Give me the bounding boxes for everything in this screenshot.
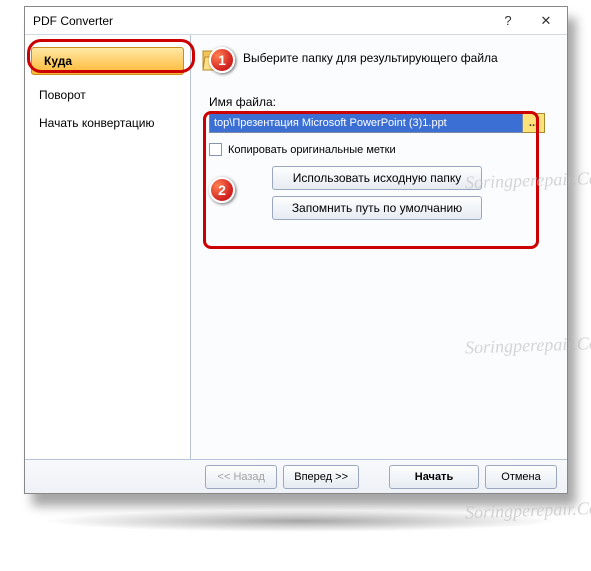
forward-button[interactable]: Вперед >> xyxy=(283,465,359,489)
remember-default-path-button[interactable]: Запомнить путь по умолчанию xyxy=(272,196,482,220)
annotation-badge-2: 2 xyxy=(209,177,235,203)
close-button[interactable]: ✕ xyxy=(527,9,565,33)
sidebar-item-label: Начать конвертацию xyxy=(39,116,154,130)
start-button[interactable]: Начать xyxy=(389,465,479,489)
help-button[interactable]: ? xyxy=(489,9,527,33)
filename-input[interactable]: top\Презентация Microsoft PowerPoint (3)… xyxy=(209,113,523,133)
sidebar-item-start-conversion[interactable]: Начать конвертацию xyxy=(25,109,190,137)
window-title: PDF Converter xyxy=(33,14,489,28)
titlebar: PDF Converter ? ✕ xyxy=(25,7,567,35)
sidebar-item-label: Куда xyxy=(44,54,72,68)
annotation-badge-1: 1 xyxy=(209,47,235,73)
sidebar-item-label: Поворот xyxy=(39,88,86,102)
copy-marks-label: Копировать оригинальные метки xyxy=(228,144,396,156)
watermark: Soringperepair.Com xyxy=(465,497,591,523)
prompt-text: Выберите папку для результирующего файла xyxy=(243,51,498,67)
filename-label: Имя файла: xyxy=(209,95,545,109)
sidebar: Куда Поворот Начать конвертацию xyxy=(25,35,191,459)
dialog-window: PDF Converter ? ✕ Куда Поворот Начать ко… xyxy=(24,6,568,494)
footer: << Назад Вперед >> Начать Отмена xyxy=(25,459,567,493)
cancel-button[interactable]: Отмена xyxy=(485,465,557,489)
content-area: Выберите папку для результирующего файла… xyxy=(191,35,567,459)
copy-marks-checkbox[interactable] xyxy=(209,143,222,156)
browse-button[interactable]: ... xyxy=(523,113,545,133)
back-button[interactable]: << Назад xyxy=(205,465,277,489)
use-source-folder-button[interactable]: Использовать исходную папку xyxy=(272,166,482,190)
sidebar-item-rotate[interactable]: Поворот xyxy=(25,81,190,109)
sidebar-item-where[interactable]: Куда xyxy=(31,47,184,75)
